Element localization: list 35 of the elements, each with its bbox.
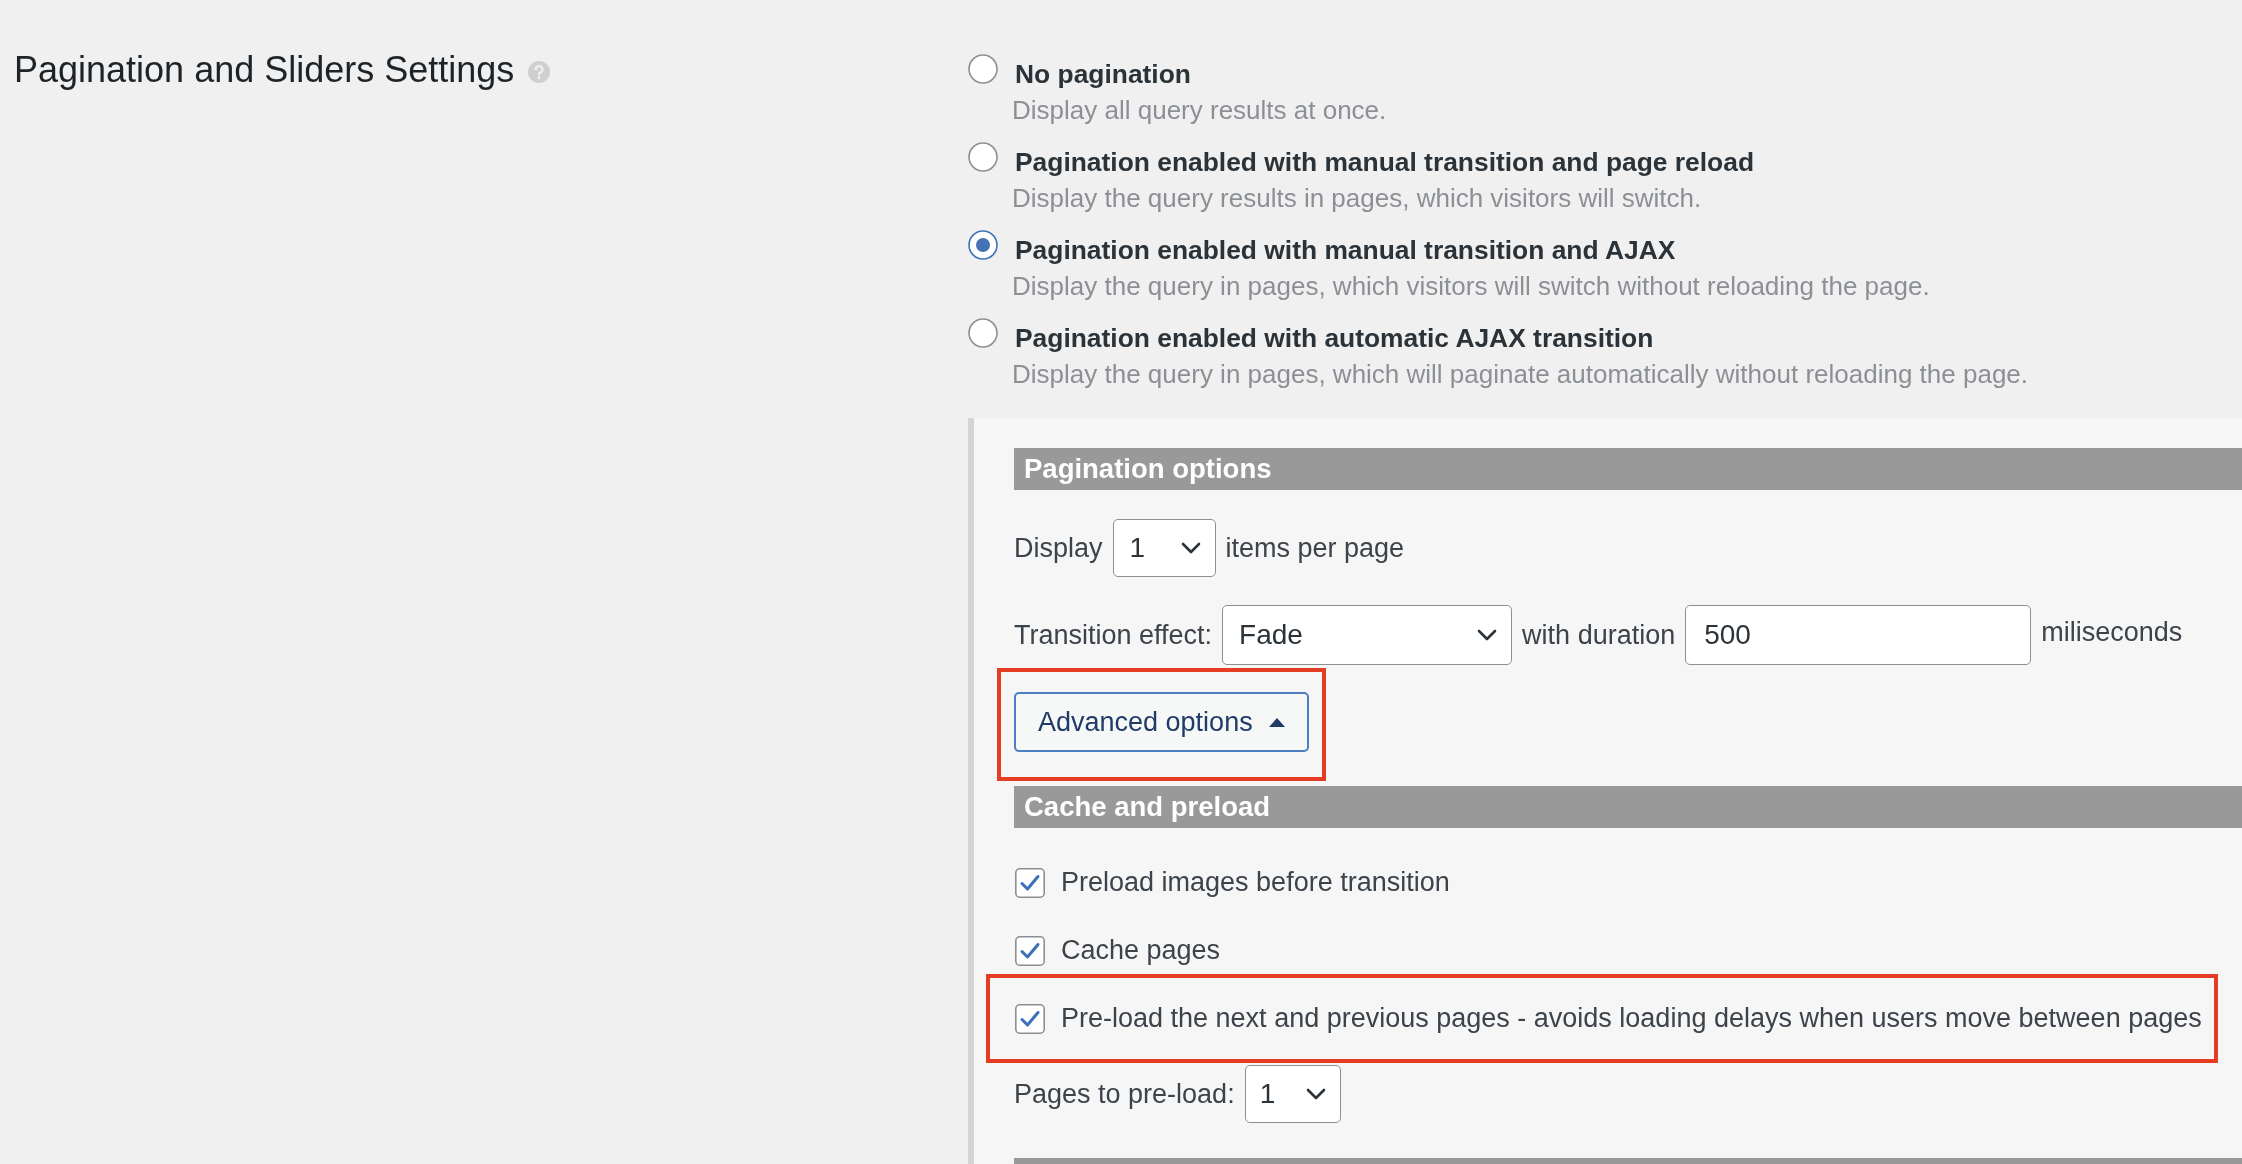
- option-label: Pagination enabled with manual transition and AJAX: [1015, 234, 1677, 267]
- option-description: Display the query in pages, which will paginate automatically without reloading the page.: [1012, 358, 2029, 391]
- field-label: items per page: [1225, 532, 1405, 565]
- chevron-down-icon: [1305, 1088, 1326, 1100]
- checkbox[interactable]: [1015, 867, 1045, 898]
- checkbox[interactable]: [1015, 1003, 1045, 1034]
- option-label: No pagination: [1015, 58, 1192, 91]
- chevron-down-icon: [1477, 629, 1498, 641]
- radio-button[interactable]: [968, 230, 998, 260]
- field-label: miliseconds: [2041, 616, 2183, 649]
- field-label: Display: [1014, 532, 1103, 565]
- field-label: with duration: [1522, 619, 1676, 652]
- transition-effect-select[interactable]: Fade: [1222, 605, 1513, 665]
- section-header: Cache and preload: [1014, 786, 2242, 828]
- advanced-options-button[interactable]: Advanced options: [1014, 692, 1309, 752]
- option-description: Display the query results in pages, which visitors will switch.: [1012, 182, 1703, 215]
- duration-input[interactable]: 500: [1685, 605, 2032, 665]
- option-label: Pagination enabled with manual transition and page reload: [1015, 146, 1755, 179]
- settings-title: Pagination and Sliders Settings: [14, 48, 515, 92]
- radio-button[interactable]: [968, 54, 998, 84]
- radio-button[interactable]: [968, 142, 998, 172]
- pages-to-preload-select[interactable]: 1: [1244, 1065, 1341, 1123]
- section-header: Pagination options: [1014, 448, 2242, 490]
- field-label: Transition effect:: [1014, 619, 1213, 652]
- checkbox-label: Pre-load the next and previous pages - avoids loading delays when users move between pages: [1061, 1002, 2202, 1035]
- items-per-page-select[interactable]: 1: [1112, 519, 1216, 577]
- option-description: Display the query in pages, which visitors will switch without reloading the page.: [1012, 270, 1930, 303]
- radio-button[interactable]: [968, 318, 998, 348]
- option-description: Display all query results at once.: [1012, 94, 1387, 127]
- field-label: Pages to pre-load:: [1014, 1078, 1235, 1111]
- option-label: Pagination enabled with automatic AJAX transition: [1015, 322, 1655, 355]
- checkbox[interactable]: [1015, 935, 1045, 966]
- chevron-down-icon: [1180, 542, 1201, 554]
- checkbox-label: Preload images before transition: [1061, 866, 1450, 899]
- checkbox-label: Cache pages: [1061, 934, 1221, 967]
